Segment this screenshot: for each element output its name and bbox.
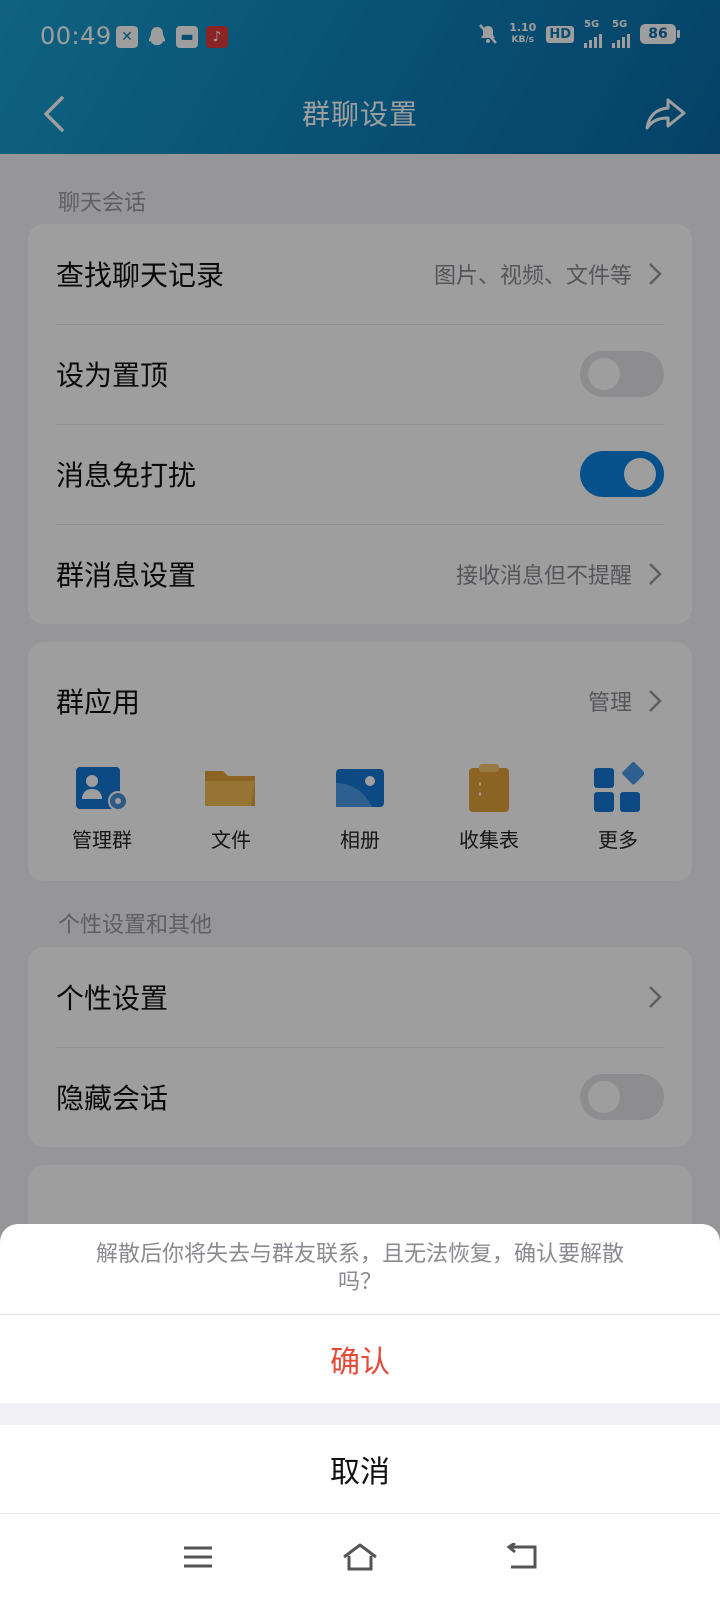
system-nav-bar xyxy=(0,1514,720,1600)
confirm-dissolve-button[interactable]: 确认 xyxy=(0,1315,720,1403)
sheet-separator xyxy=(0,1403,720,1425)
menu-icon xyxy=(184,1546,212,1568)
nav-menu-button[interactable] xyxy=(172,1531,224,1583)
dissolve-action-sheet: 解散后你将失去与群友联系，且无法恢复，确认要解散吗？ 确认 取消 xyxy=(0,1224,720,1600)
cancel-button[interactable]: 取消 xyxy=(0,1425,720,1513)
home-icon xyxy=(343,1543,377,1571)
nav-home-button[interactable] xyxy=(334,1531,386,1583)
nav-back-button[interactable] xyxy=(496,1531,548,1583)
screen: 00:49 ✕ ▬ ♪ 1.10 KB/s HD 5G 5G 86 群聊设置 聊… xyxy=(0,0,720,1600)
back-arrow-icon xyxy=(506,1543,537,1569)
dissolve-warning-message: 解散后你将失去与群友联系，且无法恢复，确认要解散吗？ xyxy=(95,1242,624,1295)
